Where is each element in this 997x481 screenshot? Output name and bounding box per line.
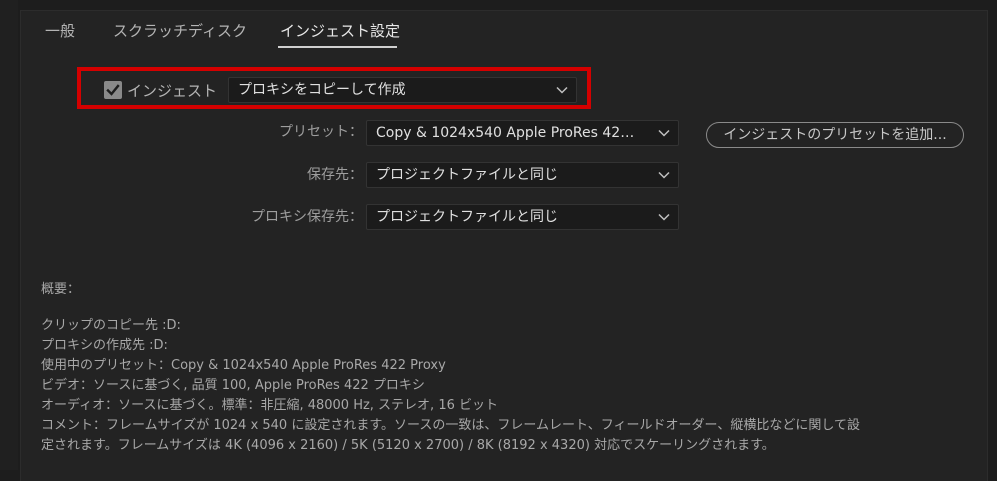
app-window: 一般 スクラッチディスク インジェスト設定 インジェスト プロキシをコピーして作…	[0, 0, 997, 481]
proxy-destination-value: プロジェクトファイルと同じ	[376, 209, 558, 225]
preset-dropdown[interactable]: Copy & 1024x540 Apple ProRes 422 Proxy	[366, 120, 679, 146]
add-ingest-preset-button[interactable]: インジェストのプリセットを追加...	[706, 122, 964, 148]
preset-label: プリセット：	[279, 124, 363, 140]
checkmark-icon	[106, 84, 120, 96]
proxy-destination-dropdown[interactable]: プロジェクトファイルと同じ	[366, 204, 679, 230]
ingest-label: インジェスト	[127, 82, 218, 100]
preferences-panel: 一般 スクラッチディスク インジェスト設定 インジェスト プロキシをコピーして作…	[20, 10, 988, 481]
chevron-down-icon	[658, 213, 670, 221]
left-strip	[0, 0, 18, 470]
ingest-mode-value: プロキシをコピーして作成	[238, 82, 406, 98]
summary-line: コメント：フレームサイズが 1024 x 540 に設定されます。ソースの一致は…	[41, 418, 860, 433]
summary-line: クリップのコピー先 :D:	[41, 318, 181, 333]
preset-value: Copy & 1024x540 Apple ProRes 422 Proxy	[376, 125, 642, 141]
summary-line: プロキシの作成先 :D:	[41, 338, 168, 353]
ingest-checkbox[interactable]	[104, 81, 122, 99]
destination-value: プロジェクトファイルと同じ	[376, 167, 558, 183]
summary-line: 定されます。フレームサイズは 4K (4096 x 2160) / 5K (51…	[41, 438, 775, 453]
destination-label: 保存先：	[307, 167, 363, 183]
destination-dropdown[interactable]: プロジェクトファイルと同じ	[366, 162, 679, 188]
chevron-down-icon	[556, 86, 568, 94]
summary-line: 使用中のプリセット：Copy & 1024x540 Apple ProRes 4…	[41, 358, 446, 373]
tab-scratch-disks[interactable]: スクラッチディスク	[113, 21, 247, 41]
active-tab-indicator	[278, 46, 397, 48]
summary-heading: 概要：	[41, 282, 81, 297]
summary-text: クリップのコピー先 :D: プロキシの作成先 :D: 使用中のプリセット：Cop…	[41, 316, 971, 456]
tab-general[interactable]: 一般	[45, 21, 75, 41]
proxy-destination-label: プロキシ保存先：	[251, 209, 363, 225]
summary-line: ビデオ：ソースに基づく, 品質 100, Apple ProRes 422 プロ…	[41, 378, 425, 393]
tab-ingest-settings[interactable]: インジェスト設定	[280, 21, 400, 41]
chevron-down-icon	[658, 171, 670, 179]
summary-line: オーディオ：ソースに基づく。標準：非圧縮, 48000 Hz, ステレオ, 16…	[41, 398, 498, 413]
chevron-down-icon	[658, 129, 670, 137]
ingest-mode-dropdown[interactable]: プロキシをコピーして作成	[228, 77, 577, 103]
